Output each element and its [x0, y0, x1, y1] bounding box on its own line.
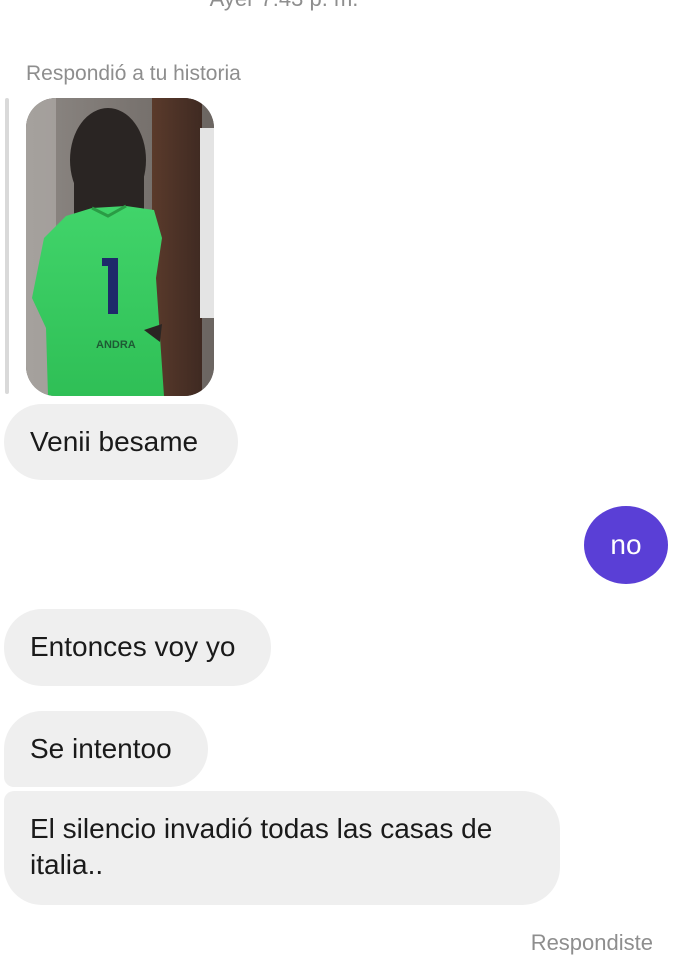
message-text: Se intentoo [30, 733, 172, 764]
message-bubble-incoming[interactable]: Entonces voy yo [4, 609, 271, 686]
message-text: Venii besame [30, 426, 199, 457]
message-bubble-incoming[interactable]: El silencio invadió todas las casas de i… [4, 791, 560, 905]
message-bubble-incoming[interactable]: Se intentoo [4, 711, 208, 787]
message-bubble-outgoing[interactable]: no [584, 506, 668, 584]
story-photo-image: ANDRA [26, 98, 214, 396]
message-bubble-incoming[interactable]: Venii besame [4, 404, 238, 480]
story-reply-label: Respondió a tu historia [26, 62, 241, 85]
reply-indicator-bar [5, 98, 9, 394]
story-thumbnail[interactable]: ANDRA [26, 98, 214, 396]
message-text: El silencio invadió todas las casas de i… [30, 813, 493, 880]
message-timestamp: Ayer 7:43 p. m. [0, 0, 568, 12]
svg-text:ANDRA: ANDRA [96, 339, 136, 351]
message-text: Entonces voy yo [30, 631, 236, 662]
reply-status-label: Respondiste [530, 930, 653, 955]
message-text: no [610, 529, 642, 560]
